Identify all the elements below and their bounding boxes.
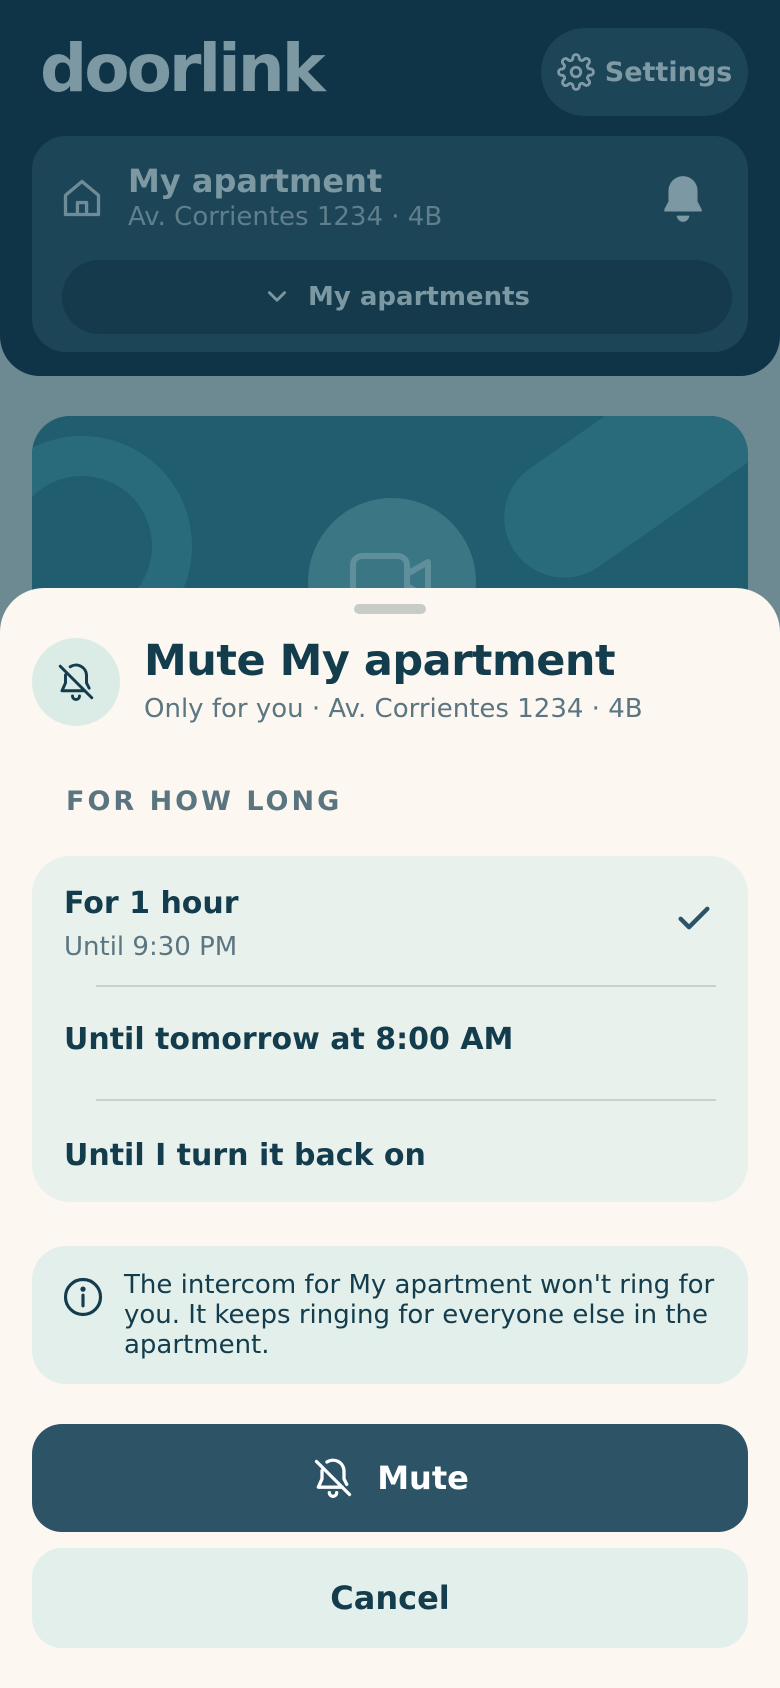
option-until-tomorrow[interactable]: Until tomorrow at 8:00 AM [32, 986, 748, 1100]
app-logo: doorlink [40, 36, 326, 102]
sheet-title: Mute My apartment [144, 636, 616, 686]
settings-label: Settings [604, 56, 733, 88]
gear-icon [557, 53, 595, 91]
sheet-grabber[interactable] [354, 604, 426, 614]
option-sublabel: Until 9:30 PM [64, 932, 238, 962]
bell-icon[interactable] [658, 172, 708, 226]
option-divider [96, 985, 716, 987]
bell-off-icon [58, 663, 94, 701]
sheet-subtitle: Only for you · Av. Corrientes 1234 · 4B [144, 694, 643, 724]
option-divider [96, 1099, 716, 1101]
option-label: For 1 hour [64, 886, 239, 921]
duration-options: For 1 hour Until 9:30 PM Until tomorrow … [32, 856, 748, 1202]
sheet-icon-badge [32, 638, 120, 726]
mute-button[interactable]: Mute [32, 1424, 748, 1532]
home-icon [63, 179, 101, 217]
decor-swoosh [480, 416, 748, 602]
settings-button[interactable]: Settings [541, 28, 748, 116]
option-label: Until tomorrow at 8:00 AM [64, 1022, 514, 1057]
apartment-name: My apartment [128, 162, 383, 200]
my-apartments-button[interactable]: My apartments [62, 260, 732, 334]
my-apartments-label: My apartments [308, 282, 530, 312]
logo-text: doorlink [40, 30, 326, 107]
bell-off-icon [315, 1458, 352, 1498]
apartment-card[interactable]: My apartment Av. Corrientes 1234 · 4B My… [32, 136, 748, 352]
cancel-label: Cancel [330, 1579, 450, 1617]
section-label-duration: FOR HOW LONG [66, 786, 343, 817]
option-1-hour[interactable]: For 1 hour Until 9:30 PM [32, 856, 748, 986]
option-until-turn-on[interactable]: Until I turn it back on [32, 1100, 748, 1202]
chevron-down-icon [268, 291, 287, 302]
cancel-button[interactable]: Cancel [32, 1548, 748, 1648]
apartment-address: Av. Corrientes 1234 · 4B [128, 202, 443, 232]
header: doorlink Settings My apartment Av. Corri… [0, 0, 780, 376]
option-label: Until I turn it back on [64, 1138, 426, 1173]
checkmark-icon [678, 906, 710, 930]
mute-label: Mute [377, 1459, 469, 1497]
